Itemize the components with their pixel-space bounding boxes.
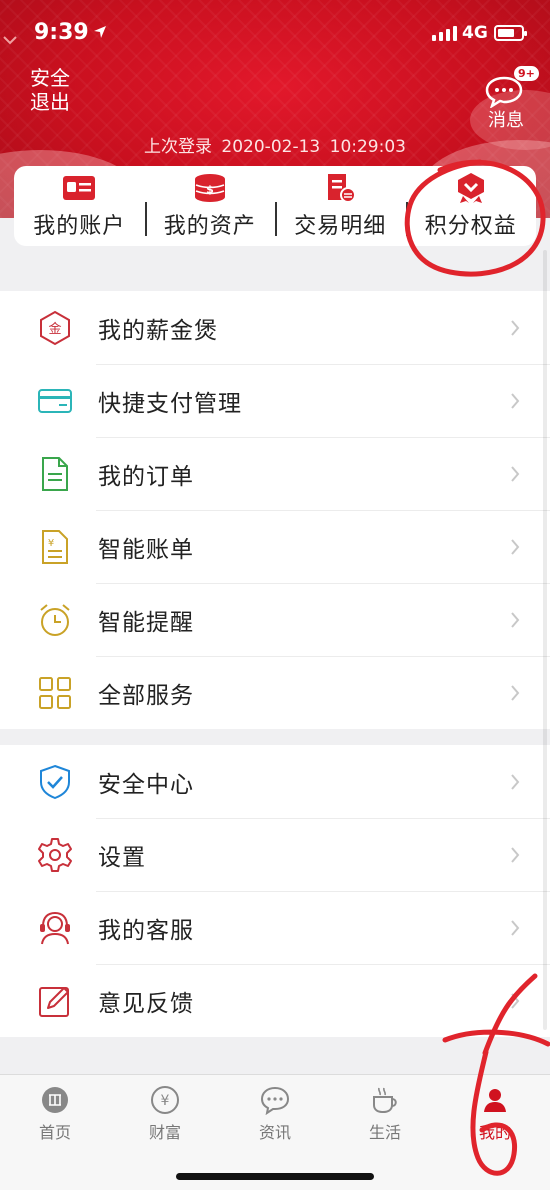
chevron-right-icon <box>511 465 520 482</box>
gold-hexagon-icon: 金 <box>35 308 75 348</box>
menu-label: 快捷支付管理 <box>98 390 242 417</box>
svg-text:¥: ¥ <box>161 1093 170 1109</box>
quick-points[interactable]: 积分权益 <box>405 166 537 246</box>
network-type: 4G <box>462 23 488 43</box>
tab-label: 资讯 <box>258 1123 291 1142</box>
quick-label: 积分权益 <box>424 214 517 239</box>
quick-transactions[interactable]: 交易明细 <box>275 166 406 246</box>
tab-bar: 首页 ¥ 财富 资讯 生活 我的 <box>0 1074 550 1190</box>
chat-icon <box>260 1085 290 1115</box>
person-icon <box>480 1085 510 1115</box>
chevron-right-icon <box>511 992 520 1009</box>
tab-home[interactable]: 首页 <box>0 1075 110 1155</box>
menu-label: 我的客服 <box>98 917 194 944</box>
tab-life[interactable]: 生活 <box>330 1075 440 1155</box>
chevron-right-icon <box>511 846 520 863</box>
chevron-right-icon <box>511 319 520 336</box>
location-arrow-icon <box>94 26 106 38</box>
tab-mine[interactable]: 我的 <box>440 1075 550 1155</box>
status-bar: 9:39 4G <box>0 0 550 66</box>
tab-label: 首页 <box>38 1123 71 1142</box>
tab-news[interactable]: 资讯 <box>220 1075 330 1155</box>
chevron-right-icon <box>511 538 520 555</box>
chevron-right-icon <box>511 919 520 936</box>
menu-label: 全部服务 <box>98 682 194 709</box>
last-login-time: 10:29:03 <box>329 137 406 157</box>
signal-icon <box>432 26 457 41</box>
card-icon <box>35 381 75 421</box>
menu-label: 安全中心 <box>98 771 194 798</box>
id-card-icon <box>61 172 97 204</box>
gear-icon <box>35 835 75 875</box>
menu-label: 意见反馈 <box>98 990 194 1017</box>
battery-icon <box>494 25 527 41</box>
headset-icon <box>35 908 75 948</box>
chevron-right-icon <box>511 684 520 701</box>
bill-icon: ¥ <box>35 527 75 567</box>
menu-item-quick-pay[interactable]: 快捷支付管理 <box>0 364 550 437</box>
svg-text:$: $ <box>206 183 214 196</box>
menu-item-feedback[interactable]: 意见反馈 <box>0 964 550 1037</box>
menu-group-1: 金 我的薪金煲 快捷支付管理 我的订单 ¥ 智能账单 智能提醒 全部服务 <box>0 291 550 729</box>
shield-icon <box>35 762 75 802</box>
receipt-icon <box>322 172 358 204</box>
home-indicator <box>176 1173 374 1180</box>
menu-item-customer-service[interactable]: 我的客服 <box>0 891 550 964</box>
messages-label: 消息 <box>488 110 524 131</box>
menu-item-settings[interactable]: 设置 <box>0 818 550 891</box>
tab-wealth[interactable]: ¥ 财富 <box>110 1075 220 1155</box>
menu-item-all-services[interactable]: 全部服务 <box>0 656 550 729</box>
menu-label: 我的薪金煲 <box>98 317 218 344</box>
menu-item-salary-pot[interactable]: 金 我的薪金煲 <box>0 291 550 364</box>
last-login-date: 2020-02-13 <box>221 137 321 157</box>
medal-icon <box>453 172 489 204</box>
quick-label: 我的账户 <box>33 214 126 239</box>
home-logo-icon <box>40 1085 70 1115</box>
grid-icon <box>35 673 75 713</box>
chevron-right-icon <box>511 773 520 790</box>
last-login-prefix: 上次登录 <box>144 137 213 157</box>
quick-label: 我的资产 <box>163 214 256 239</box>
message-badge: 9+ <box>514 66 539 81</box>
menu-item-security-center[interactable]: 安全中心 <box>0 745 550 818</box>
svg-text:金: 金 <box>48 321 61 337</box>
menu-group-2: 安全中心 设置 我的客服 意见反馈 <box>0 745 550 1037</box>
tab-label: 生活 <box>368 1123 401 1142</box>
messages-button[interactable]: 9+ 消息 <box>484 66 539 132</box>
coin-stack-icon: $ <box>192 172 228 204</box>
quick-actions: 我的账户 $ 我的资产 交易明细 积分权益 <box>14 166 536 246</box>
edit-icon <box>35 981 75 1021</box>
last-login: 上次登录 2020-02-13 10:29:03 <box>0 132 550 157</box>
quick-my-assets[interactable]: $ 我的资产 <box>144 166 276 246</box>
tab-label: 我的 <box>478 1123 511 1142</box>
coffee-icon <box>370 1085 400 1115</box>
status-time: 9:39 <box>34 20 89 45</box>
menu-item-smart-bill[interactable]: ¥ 智能账单 <box>0 510 550 583</box>
yen-icon: ¥ <box>150 1085 180 1115</box>
menu-item-smart-reminder[interactable]: 智能提醒 <box>0 583 550 656</box>
logout-button[interactable]: 安全退出 <box>30 66 78 114</box>
quick-label: 交易明细 <box>294 214 387 239</box>
alarm-clock-icon <box>35 600 75 640</box>
tab-label: 财富 <box>148 1123 181 1142</box>
chevron-right-icon <box>511 392 520 409</box>
document-icon <box>35 454 75 494</box>
scrollbar[interactable] <box>543 250 547 1030</box>
menu-item-orders[interactable]: 我的订单 <box>0 437 550 510</box>
menu-label: 设置 <box>98 844 146 871</box>
chevron-right-icon <box>511 611 520 628</box>
menu-label: 智能账单 <box>98 536 194 563</box>
quick-my-account[interactable]: 我的账户 <box>14 166 145 246</box>
svg-text:¥: ¥ <box>48 538 54 549</box>
menu-label: 我的订单 <box>98 463 194 490</box>
menu-label: 智能提醒 <box>98 609 194 636</box>
chevron-icon <box>3 36 17 45</box>
